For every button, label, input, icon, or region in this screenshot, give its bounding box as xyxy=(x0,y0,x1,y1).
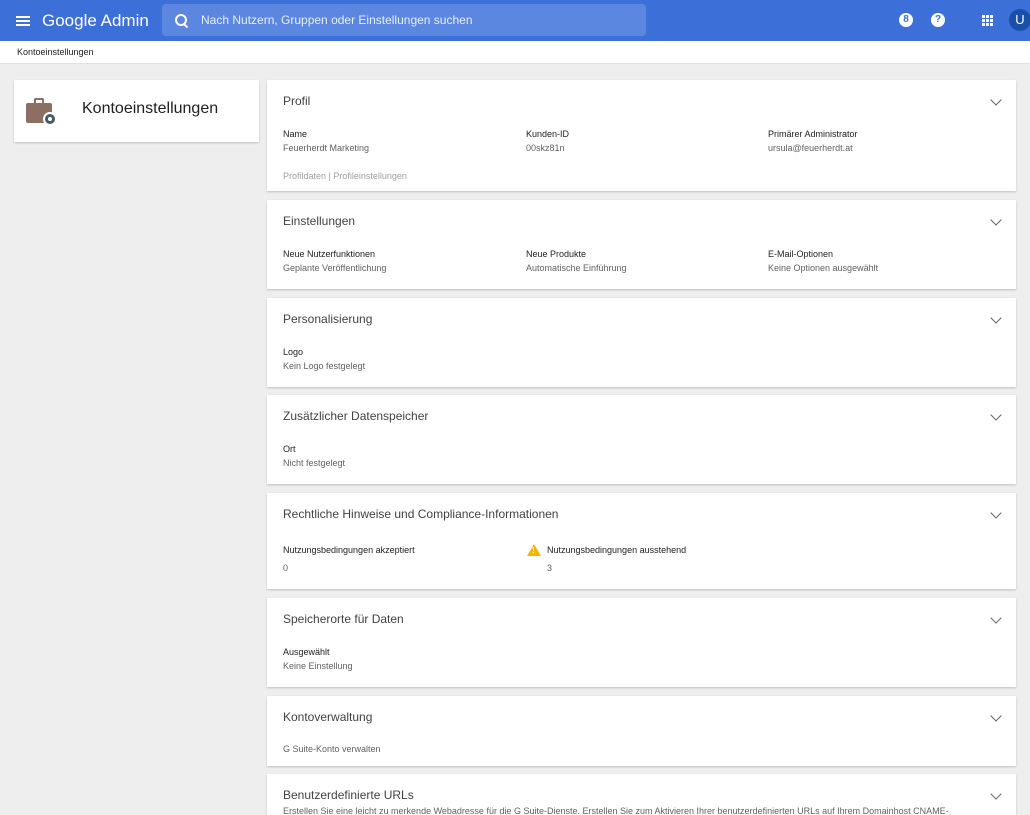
page-title: Kontoeinstellungen xyxy=(82,100,219,117)
card-einstellungen[interactable]: Einstellungen Neue Nutzerfunktionen Gepl… xyxy=(267,200,1016,289)
search-input[interactable] xyxy=(201,13,646,27)
card-title: Zusätzlicher Datenspeicher xyxy=(283,409,429,423)
field-primary-admin: Primärer Administrator ursula@feuerherdt… xyxy=(768,129,858,153)
card-urls[interactable]: Benutzerdefinierte URLs Erstellen Sie ei… xyxy=(267,774,1016,815)
chevron-down-icon[interactable] xyxy=(990,409,1002,421)
chevron-down-icon[interactable] xyxy=(990,612,1002,624)
card-title: Speicherorte für Daten xyxy=(283,612,404,626)
link-profildaten[interactable]: Profildaten xyxy=(283,171,326,181)
account-settings-card: Kontoeinstellungen xyxy=(14,80,259,142)
field-name: Name Feuerherdt Marketing xyxy=(283,129,370,153)
card-personalisierung[interactable]: Personalisierung Logo Kein Logo festgele… xyxy=(267,298,1016,387)
card-title: Einstellungen xyxy=(283,214,356,228)
top-app-bar: Google Admin 8 ? U xyxy=(0,0,1030,41)
card-profil[interactable]: Profil Name Feuerherdt Marketing Kunden-… xyxy=(267,80,1016,191)
card-speicherorte[interactable]: Speicherorte für Daten Ausgewählt Keine … xyxy=(267,598,1016,687)
avatar[interactable]: U xyxy=(1009,9,1030,31)
field-selected: Ausgewählt Keine Einstellung xyxy=(283,647,353,671)
field-new-user-features: Neue Nutzerfunktionen Geplante Veröffent… xyxy=(283,249,387,273)
breadcrumb-item[interactable]: Kontoeinstellungen xyxy=(17,47,94,57)
briefcase-gear-icon xyxy=(26,97,57,126)
google-admin-logo[interactable]: Google Admin xyxy=(42,11,149,31)
menu-icon[interactable] xyxy=(16,14,38,28)
card-rechtliches[interactable]: Rechtliche Hinweise und Compliance-Infor… xyxy=(267,493,1016,589)
card-kontoverwaltung[interactable]: Kontoverwaltung G Suite-Konto verwalten xyxy=(267,696,1016,766)
manage-account-link[interactable]: G Suite-Konto verwalten xyxy=(283,744,381,754)
field-email-options: E-Mail-Optionen Keine Optionen ausgewähl… xyxy=(768,249,879,273)
chevron-down-icon[interactable] xyxy=(990,710,1002,722)
warning-icon xyxy=(527,544,541,556)
card-title: Personalisierung xyxy=(283,312,373,326)
help-icon[interactable]: ? xyxy=(931,13,945,27)
card-title: Kontoverwaltung xyxy=(283,710,373,724)
link-profileinstellungen[interactable]: Profileinstellungen xyxy=(333,171,407,181)
search-box[interactable] xyxy=(162,4,646,36)
apps-grid-icon[interactable] xyxy=(982,15,993,26)
field-customer-id: Kunden-ID 00skz81n xyxy=(526,129,570,153)
chevron-down-icon[interactable] xyxy=(990,507,1002,519)
chevron-down-icon[interactable] xyxy=(990,312,1002,324)
chevron-down-icon[interactable] xyxy=(990,94,1002,106)
field-logo: Logo Kein Logo festgelegt xyxy=(283,347,366,371)
field-location: Ort Nicht festgelegt xyxy=(283,444,346,468)
card-title: Rechtliche Hinweise und Compliance-Infor… xyxy=(283,507,559,521)
profile-links: Profildaten | Profileinstellungen xyxy=(283,171,407,181)
card-title: Profil xyxy=(283,94,311,108)
chevron-down-icon[interactable] xyxy=(990,214,1002,226)
search-icon xyxy=(175,13,188,27)
card-description: Erstellen Sie eine leicht zu merkende We… xyxy=(283,806,949,815)
breadcrumb: Kontoeinstellungen xyxy=(0,41,1030,64)
chevron-down-icon[interactable] xyxy=(990,788,1002,800)
field-new-products: Neue Produkte Automatische Einführung xyxy=(526,249,627,273)
notifications-icon[interactable]: 8 xyxy=(899,13,913,27)
card-title: Benutzerdefinierte URLs xyxy=(283,788,414,802)
field-terms-pending[interactable]: Nutzungsbedingungen ausstehend 3 xyxy=(547,545,686,573)
field-terms-accepted: Nutzungsbedingungen akzeptiert 0 xyxy=(283,545,415,573)
card-datenspeicher[interactable]: Zusätzlicher Datenspeicher Ort Nicht fes… xyxy=(267,395,1016,484)
